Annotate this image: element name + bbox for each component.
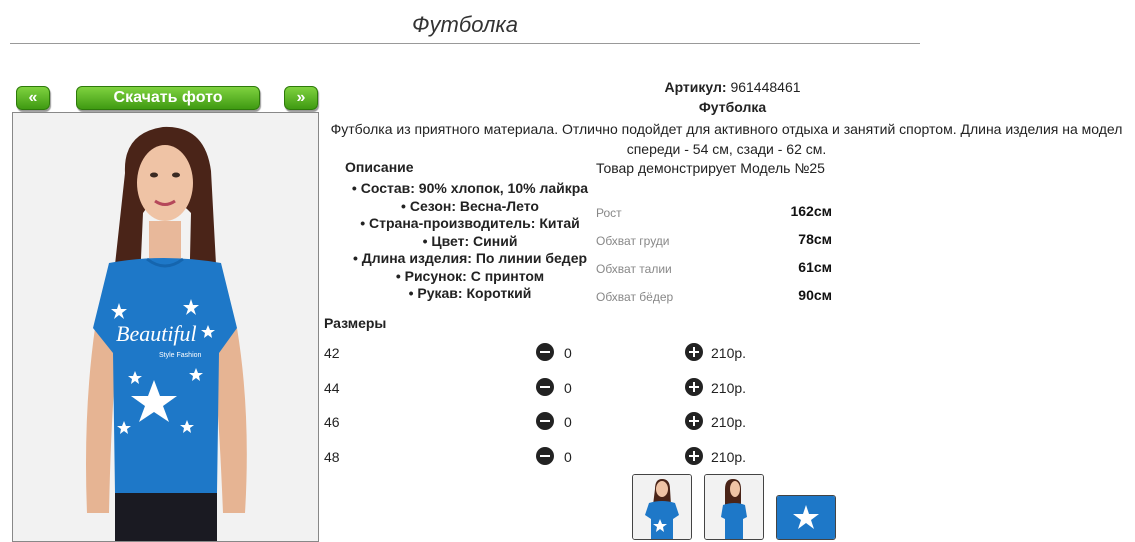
svg-text:Style Fashion: Style Fashion: [159, 352, 202, 359]
thumbnail-front[interactable]: [632, 474, 692, 540]
prev-photo-button[interactable]: «: [16, 86, 50, 110]
thumbnail-image: [777, 496, 835, 539]
page-title: Футболка: [412, 12, 518, 37]
measurement-value: 90см: [798, 287, 832, 303]
thumbnail-print-detail[interactable]: [776, 495, 836, 540]
model-title: Товар демонстрирует Модель №25: [596, 160, 825, 176]
minus-circle-icon[interactable]: [536, 412, 554, 430]
measurement-value: 78см: [798, 231, 832, 247]
minus-circle-icon[interactable]: [536, 378, 554, 396]
price-value: 210р.: [711, 345, 747, 361]
minus-circle-icon[interactable]: [536, 447, 554, 465]
spec-item: • Длина изделия: По линии бедер: [352, 250, 588, 266]
download-photo-button[interactable]: Скачать фото: [76, 86, 260, 110]
article-value: 961448461: [730, 79, 801, 95]
article-number: Артикул: 961448461: [560, 79, 905, 95]
next-photo-button[interactable]: »: [284, 86, 318, 110]
product-name: Футболка: [698, 99, 767, 115]
minus-circle-icon[interactable]: [536, 343, 554, 361]
price-value: 210р.: [711, 414, 747, 430]
size-value: 44: [324, 380, 340, 396]
price-value: 210р.: [711, 380, 747, 396]
measurement-row: Обхват бёдер 90см: [596, 287, 832, 307]
size-value: 48: [324, 449, 340, 465]
measurement-row: Рост 162см: [596, 203, 832, 223]
plus-circle-icon[interactable]: [685, 412, 703, 430]
size-row: 44 0 210р.: [324, 377, 784, 401]
main-product-photo[interactable]: Beautiful Style Fashion: [12, 112, 319, 542]
spec-item: • Страна-производитель: Китай: [360, 215, 580, 231]
spec-item: • Цвет: Синий: [422, 232, 518, 249]
measurement-value: 61см: [798, 259, 832, 275]
measurement-label: Обхват бёдер: [596, 290, 674, 304]
svg-text:Beautiful: Beautiful: [116, 321, 197, 346]
measurement-label: Рост: [596, 206, 622, 220]
plus-circle-icon[interactable]: [685, 447, 703, 465]
plus-circle-icon[interactable]: [685, 343, 703, 361]
measurement-row: Обхват талии 61см: [596, 259, 832, 279]
spec-item: • Состав: 90% хлопок, 10% лайкра: [351, 180, 589, 196]
description-line: Футболка из приятного материала. Отлично…: [330, 121, 1123, 137]
spec-item: • Рукав: Короткий: [408, 285, 532, 301]
spec-item: • Сезон: Весна-Лето: [401, 197, 539, 214]
quantity-value: 0: [564, 380, 572, 396]
product-photo-illustration: Beautiful Style Fashion: [13, 113, 318, 541]
size-value: 42: [324, 345, 340, 361]
title-divider: [10, 43, 920, 44]
quantity-value: 0: [564, 345, 572, 361]
description-line: спереди - 54 см, сзади - 62 см.: [626, 141, 827, 157]
quantity-value: 0: [564, 414, 572, 430]
thumbnail-image: [705, 475, 763, 539]
measurement-label: Обхват талии: [596, 262, 672, 276]
price-value: 210р.: [711, 449, 747, 465]
specs-list: • Состав: 90% хлопок, 10% лайкра • Сезон…: [330, 180, 610, 303]
product-description: Футболка из приятного материала. Отлично…: [318, 119, 1135, 159]
measurement-value: 162см: [790, 203, 832, 219]
measurement-label: Обхват груди: [596, 234, 670, 248]
size-row: 48 0 210р.: [324, 446, 784, 470]
measurement-row: Обхват груди 78см: [596, 231, 832, 251]
size-row: 42 0 210р.: [324, 342, 784, 366]
specs-title: Описание: [345, 159, 414, 175]
thumbnail-side[interactable]: [704, 474, 764, 540]
plus-circle-icon[interactable]: [685, 378, 703, 396]
quantity-value: 0: [564, 449, 572, 465]
sizes-title: Размеры: [324, 315, 387, 331]
size-row: 46 0 210р.: [324, 411, 784, 435]
article-label: Артикул:: [664, 79, 727, 95]
size-value: 46: [324, 414, 340, 430]
thumbnail-image: [633, 475, 691, 539]
spec-item: • Рисунок: С принтом: [395, 267, 545, 284]
